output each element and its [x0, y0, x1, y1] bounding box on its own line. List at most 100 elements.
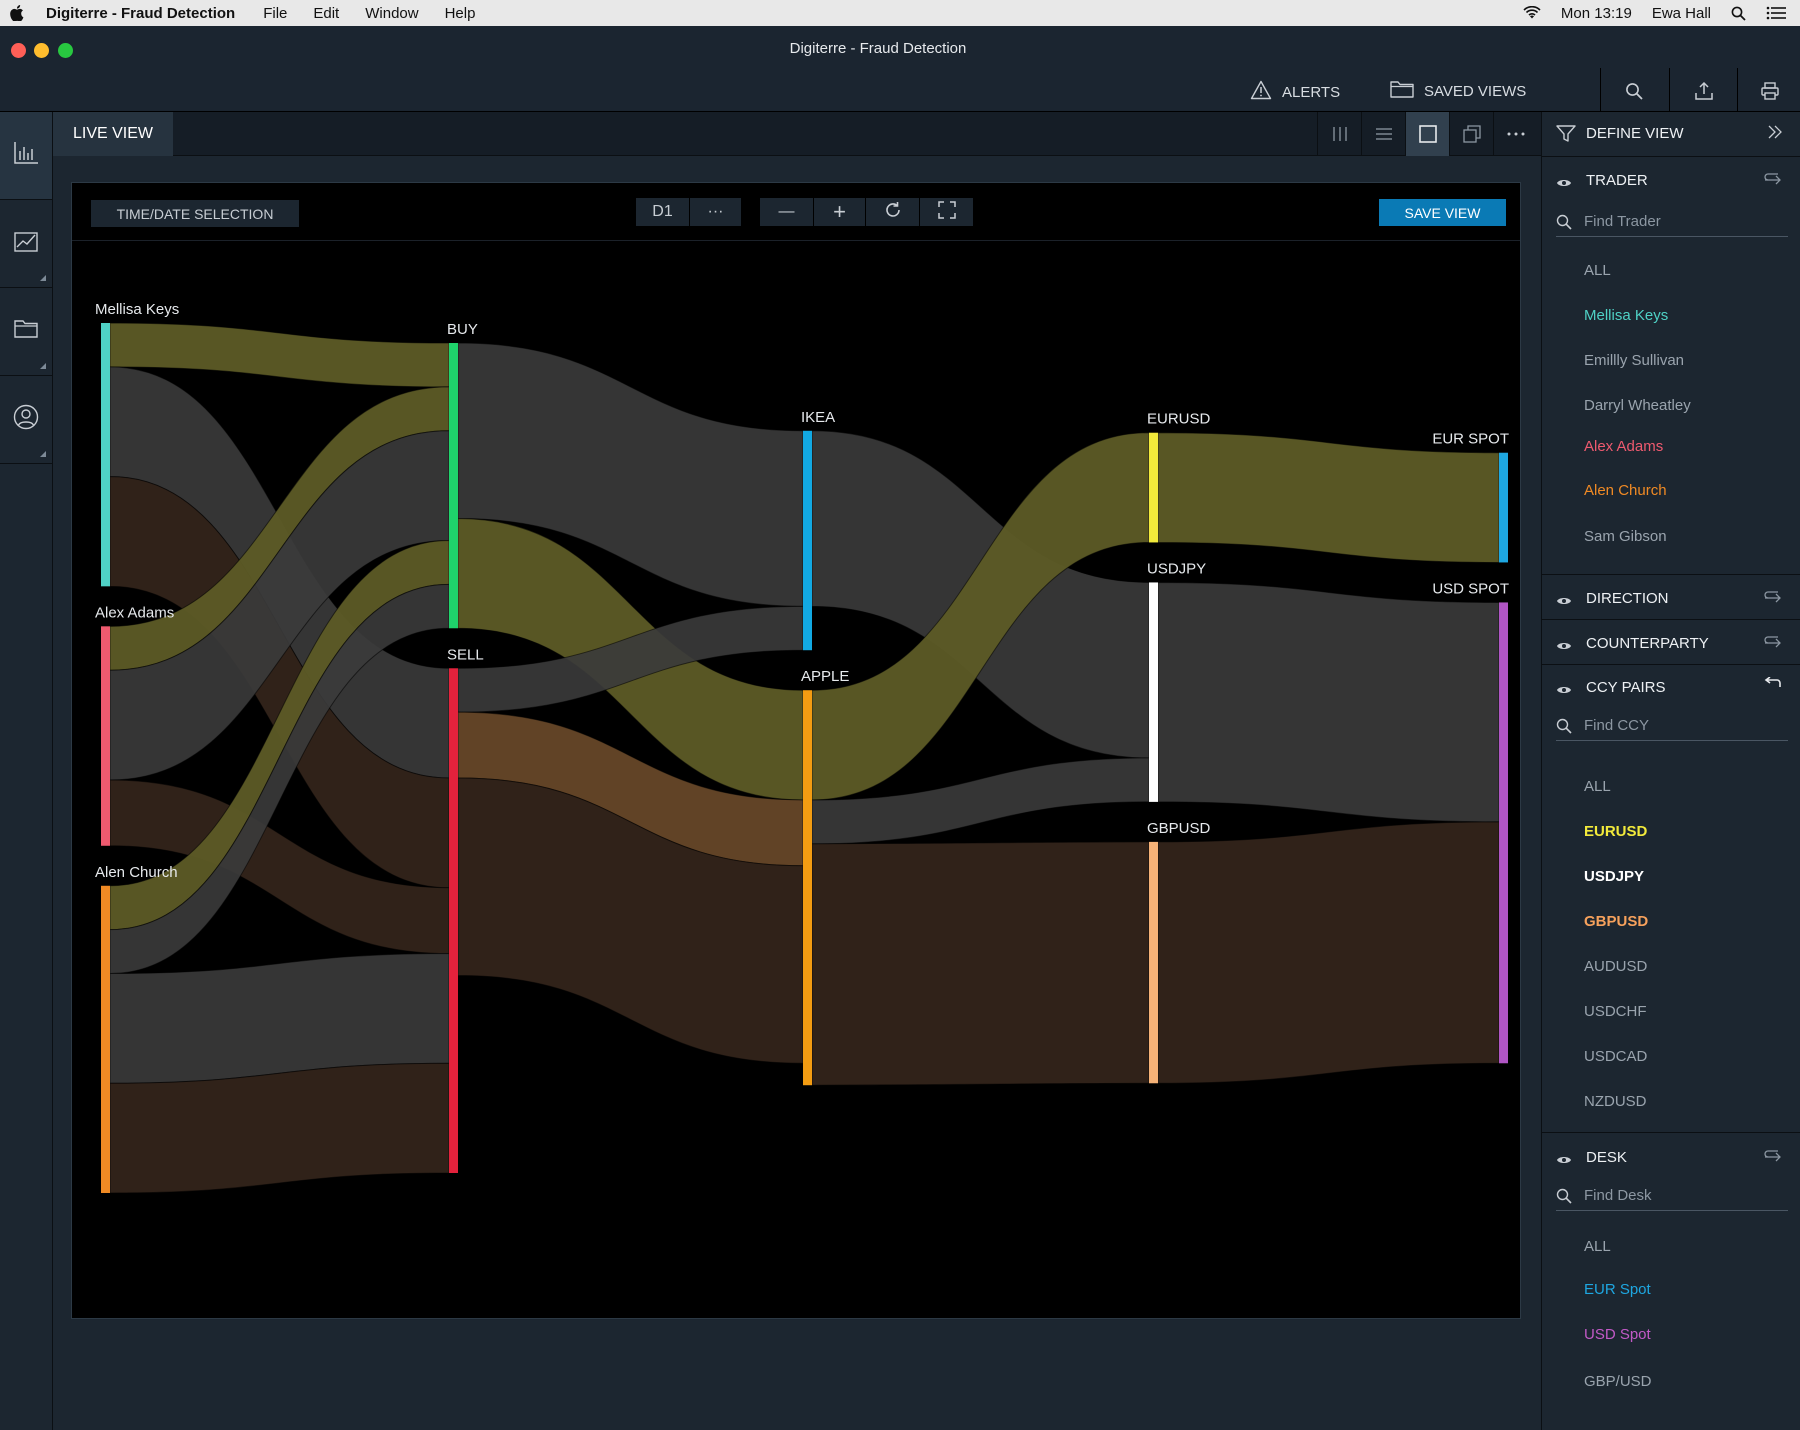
sankey-node[interactable] — [803, 430, 812, 651]
sankey-link[interactable] — [1157, 821, 1500, 1084]
sankey-link[interactable] — [811, 841, 1150, 1086]
desk-option-eur-spot[interactable]: EUR Spot — [1584, 1281, 1651, 1298]
ccy-option-usdjpy[interactable]: USDJPY — [1584, 868, 1644, 885]
trader-option-all[interactable]: ALL — [1584, 262, 1611, 279]
sankey-node[interactable] — [1149, 841, 1158, 1084]
ccy-search-input[interactable]: Find CCY — [1556, 711, 1788, 741]
sankey-chart[interactable]: Mellisa Keys Alex Adams Alen Church BUY SELL… — [72, 183, 1520, 1318]
menubar-user[interactable]: Ewa Hall — [1652, 5, 1711, 22]
divider — [1542, 1132, 1800, 1133]
left-navigation-sidebar — [0, 112, 53, 1430]
sankey-node[interactable] — [449, 343, 458, 629]
fullscreen-button[interactable] — [920, 198, 974, 226]
alerts-button[interactable]: ALERTS — [1250, 80, 1340, 104]
tab-live-view[interactable]: LIVE VIEW — [53, 112, 173, 156]
ccy-pairs-reset-arrow-icon[interactable] — [1764, 676, 1782, 698]
app-menu-name[interactable]: Digiterre - Fraud Detection — [46, 5, 235, 22]
menubar-clock[interactable]: Mon 13:19 — [1561, 5, 1632, 22]
wifi-icon[interactable] — [1523, 6, 1541, 20]
trader-filter-title[interactable]: TRADER — [1586, 172, 1648, 189]
desk-option-all[interactable]: ALL — [1584, 1238, 1611, 1255]
trader-search-input[interactable]: Find Trader — [1556, 207, 1788, 237]
trader-option-darryl-wheatley[interactable]: Darryl Wheatley — [1584, 397, 1691, 414]
stacked-layout-icon[interactable] — [1449, 112, 1493, 156]
search-icon — [1556, 214, 1572, 230]
sankey-node[interactable] — [101, 626, 110, 846]
trader-visibility-eye-icon[interactable] — [1556, 175, 1572, 193]
trader-option-alex-adams[interactable]: Alex Adams — [1584, 438, 1663, 455]
sankey-node[interactable] — [1149, 582, 1158, 802]
define-view-header: DEFINE VIEW — [1542, 112, 1800, 156]
desk-option-gbp-usd[interactable]: GBP/USD — [1584, 1373, 1652, 1390]
line-chart-icon — [13, 229, 39, 258]
sankey-link[interactable] — [1157, 432, 1500, 563]
sankey-node-label: SELL — [447, 646, 484, 663]
define-view-title: DEFINE VIEW — [1586, 125, 1684, 142]
sankey-node[interactable] — [803, 690, 812, 1086]
nav-live-chart[interactable] — [0, 112, 52, 200]
menu-help[interactable]: Help — [445, 5, 476, 22]
sankey-node[interactable] — [101, 323, 110, 587]
print-icon[interactable] — [1757, 78, 1783, 104]
desk-search-input[interactable]: Find Desk — [1556, 1181, 1788, 1211]
trader-option-emillly-sullivan[interactable]: Emillly Sullivan — [1584, 352, 1684, 369]
counterparty-filter-title[interactable]: COUNTERPARTY — [1586, 635, 1709, 652]
fullscreen-icon — [937, 200, 956, 224]
saved-views-label: SAVED VIEWS — [1424, 82, 1527, 100]
zoom-out-button[interactable]: — — [760, 198, 814, 226]
spotlight-search-icon[interactable] — [1731, 6, 1746, 21]
ccy-option-audusd[interactable]: AUDUSD — [1584, 958, 1647, 975]
desk-reset-arrow-icon[interactable] — [1764, 1149, 1782, 1168]
nav-profile[interactable] — [0, 376, 52, 464]
sankey-node[interactable] — [1499, 452, 1508, 563]
saved-views-button[interactable]: SAVED VIEWS — [1390, 80, 1526, 102]
notification-list-icon[interactable] — [1766, 6, 1786, 20]
row-layout-icon[interactable] — [1361, 112, 1405, 156]
ccy-option-all[interactable]: ALL — [1584, 778, 1611, 795]
desk-filter-title[interactable]: DESK — [1586, 1149, 1627, 1166]
menu-edit[interactable]: Edit — [313, 5, 339, 22]
sankey-node[interactable] — [1149, 432, 1158, 543]
nav-files[interactable] — [0, 288, 52, 376]
sankey-link[interactable] — [1157, 581, 1500, 823]
desk-option-usd-spot[interactable]: USD Spot — [1584, 1326, 1651, 1343]
menu-file[interactable]: File — [263, 5, 287, 22]
sankey-node[interactable] — [1499, 602, 1508, 1064]
direction-reset-arrow-icon[interactable] — [1764, 590, 1782, 609]
ccy-pairs-visibility-eye-icon[interactable] — [1556, 682, 1572, 700]
trader-option-mellisa-keys[interactable]: Mellisa Keys — [1584, 307, 1668, 324]
ccy-option-usdcad[interactable]: USDCAD — [1584, 1048, 1647, 1065]
ccy-option-eurusd[interactable]: EURUSD — [1584, 823, 1647, 840]
zoom-in-button[interactable]: + — [814, 198, 866, 226]
refresh-button[interactable] — [866, 198, 920, 226]
column-layout-icon[interactable] — [1317, 112, 1361, 156]
more-options-icon[interactable] — [1493, 112, 1537, 156]
ccy-option-usdchf[interactable]: USDCHF — [1584, 1003, 1647, 1020]
ccy-pairs-filter-title[interactable]: CCY PAIRS — [1586, 679, 1665, 696]
ccy-option-nzdusd[interactable]: NZDUSD — [1584, 1093, 1647, 1110]
direction-filter-title[interactable]: DIRECTION — [1586, 590, 1669, 607]
export-icon[interactable] — [1691, 78, 1717, 104]
time-date-selection-button[interactable]: TIME/DATE SELECTION — [91, 200, 299, 227]
trader-option-sam-gibson[interactable]: Sam Gibson — [1584, 528, 1667, 545]
counterparty-visibility-eye-icon[interactable] — [1556, 638, 1572, 656]
trader-reset-arrow-icon[interactable] — [1764, 172, 1782, 191]
interval-more-button[interactable]: ··· — [690, 198, 742, 226]
counterparty-reset-arrow-icon[interactable] — [1764, 635, 1782, 654]
expand-corner-icon — [40, 363, 46, 369]
single-layout-icon[interactable] — [1405, 112, 1449, 156]
sankey-node[interactable] — [101, 885, 110, 1193]
trader-option-alen-church[interactable]: Alen Church — [1584, 482, 1667, 499]
direction-visibility-eye-icon[interactable] — [1556, 593, 1572, 611]
nav-trends[interactable] — [0, 200, 52, 288]
sankey-node[interactable] — [449, 668, 458, 1173]
interval-d1-button[interactable]: D1 — [636, 198, 690, 226]
ccy-option-gbpusd[interactable]: GBPUSD — [1584, 913, 1648, 930]
apple-menu-icon[interactable] — [10, 5, 32, 21]
search-icon[interactable] — [1621, 78, 1647, 104]
desk-visibility-eye-icon[interactable] — [1556, 1152, 1572, 1170]
sankey-link[interactable] — [109, 1062, 450, 1194]
menu-window[interactable]: Window — [365, 5, 418, 22]
collapse-panel-icon[interactable] — [1767, 124, 1783, 144]
save-view-button[interactable]: SAVE VIEW — [1379, 199, 1506, 226]
